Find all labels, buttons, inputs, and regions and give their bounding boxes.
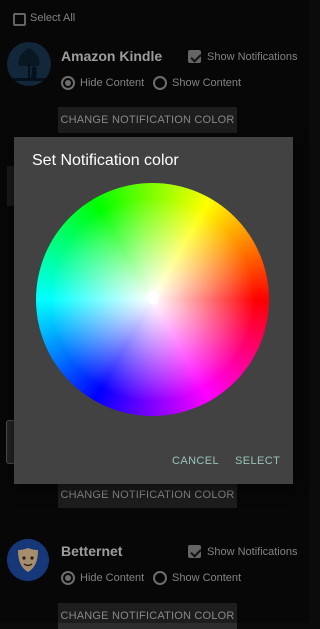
color-wheel[interactable] — [36, 183, 269, 416]
dialog-title: Set Notification color — [32, 152, 179, 169]
cancel-button[interactable]: CANCEL — [172, 455, 219, 467]
select-button[interactable]: SELECT — [235, 455, 280, 467]
color-selector-handle[interactable] — [147, 290, 159, 304]
notification-color-dialog: Set Notification color CANCEL SELECT — [14, 137, 293, 484]
